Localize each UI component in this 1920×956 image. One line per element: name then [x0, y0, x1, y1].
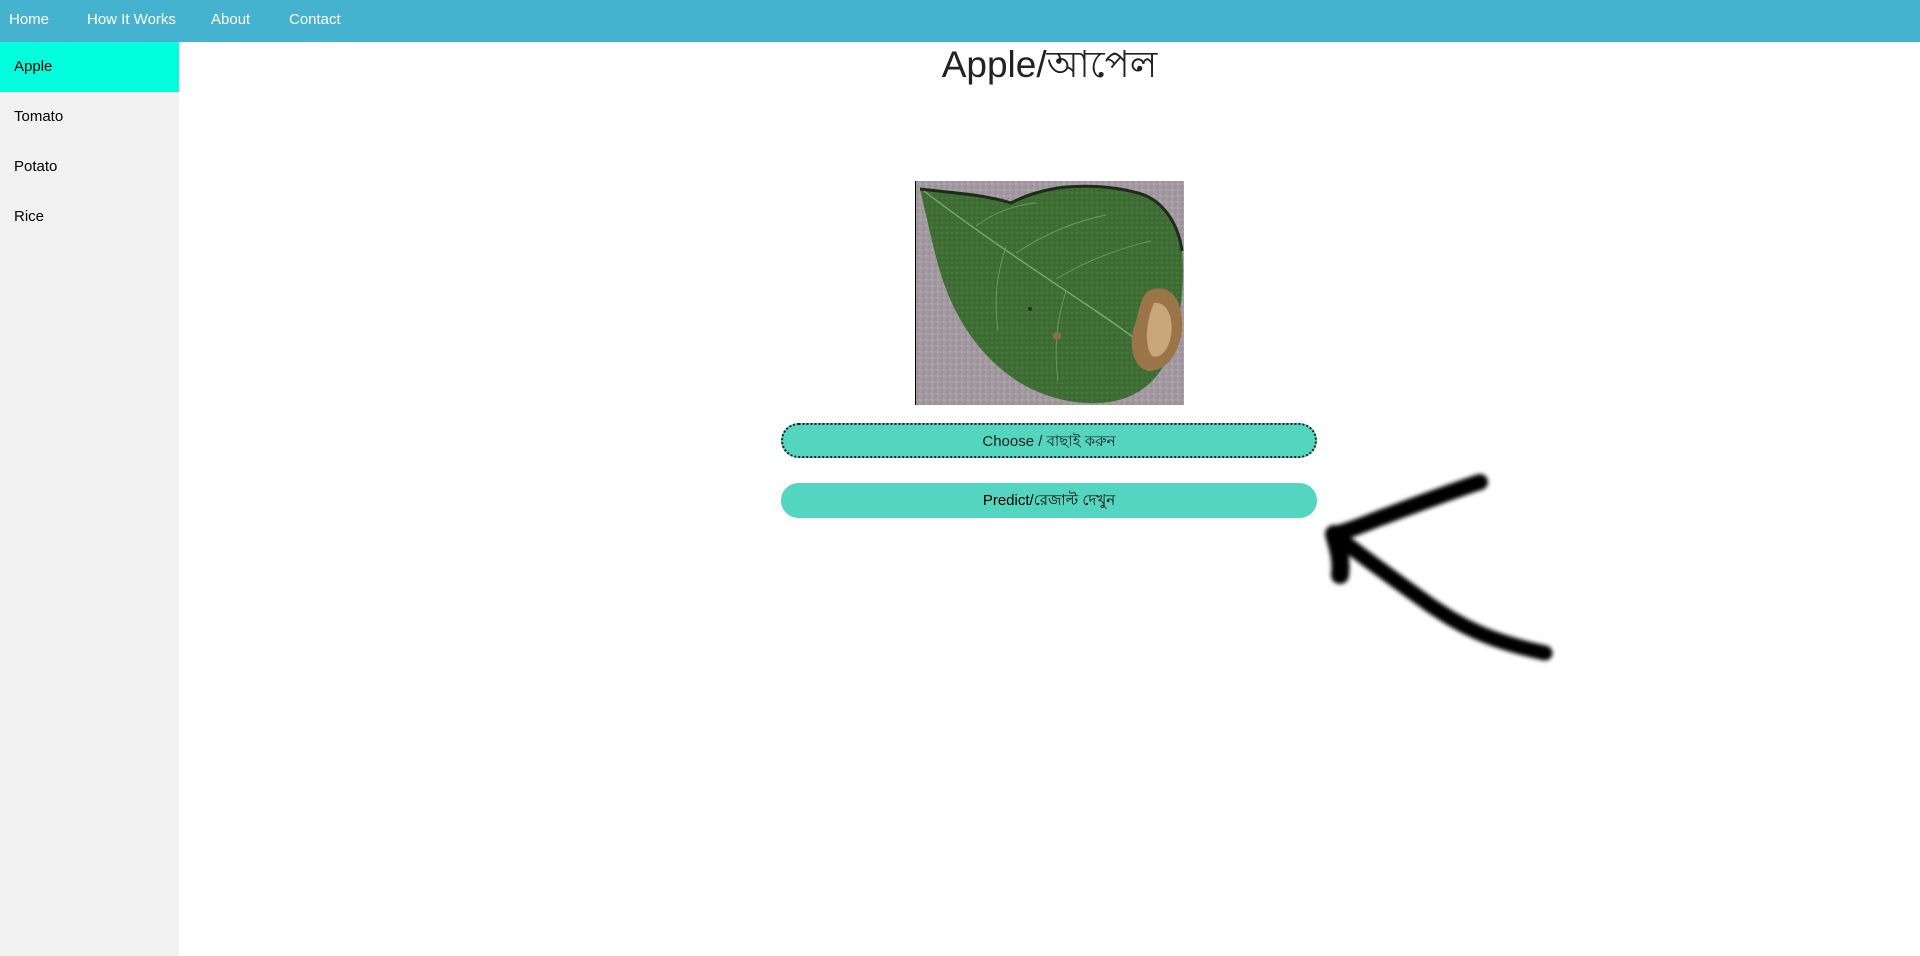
- choose-file-button[interactable]: Choose / বাছাই করুন: [781, 423, 1317, 458]
- nav-contact-link[interactable]: Contact: [289, 0, 341, 42]
- sidebar-item-tomato[interactable]: Tomato: [0, 92, 179, 142]
- sidebar-item-rice[interactable]: Rice: [0, 192, 179, 242]
- sidebar: Apple Tomato Potato Rice: [0, 42, 179, 956]
- page-title: Apple/আপেল: [941, 44, 1158, 85]
- sidebar-item-potato[interactable]: Potato: [0, 142, 179, 192]
- nav-how-it-works-link[interactable]: How It Works: [87, 0, 176, 42]
- predict-button[interactable]: Predict/রেজাল্ট দেখুন: [781, 483, 1317, 518]
- nav-about-link[interactable]: About: [211, 0, 250, 42]
- sidebar-item-apple[interactable]: Apple: [0, 42, 179, 92]
- top-navigation: Home How It Works About Contact: [0, 0, 1920, 42]
- uploaded-leaf-image: [915, 181, 1184, 405]
- main-content: Apple/আপেল Choose / বাছাই করুন Predict/র…: [179, 42, 1920, 956]
- nav-home-link[interactable]: Home: [9, 0, 49, 42]
